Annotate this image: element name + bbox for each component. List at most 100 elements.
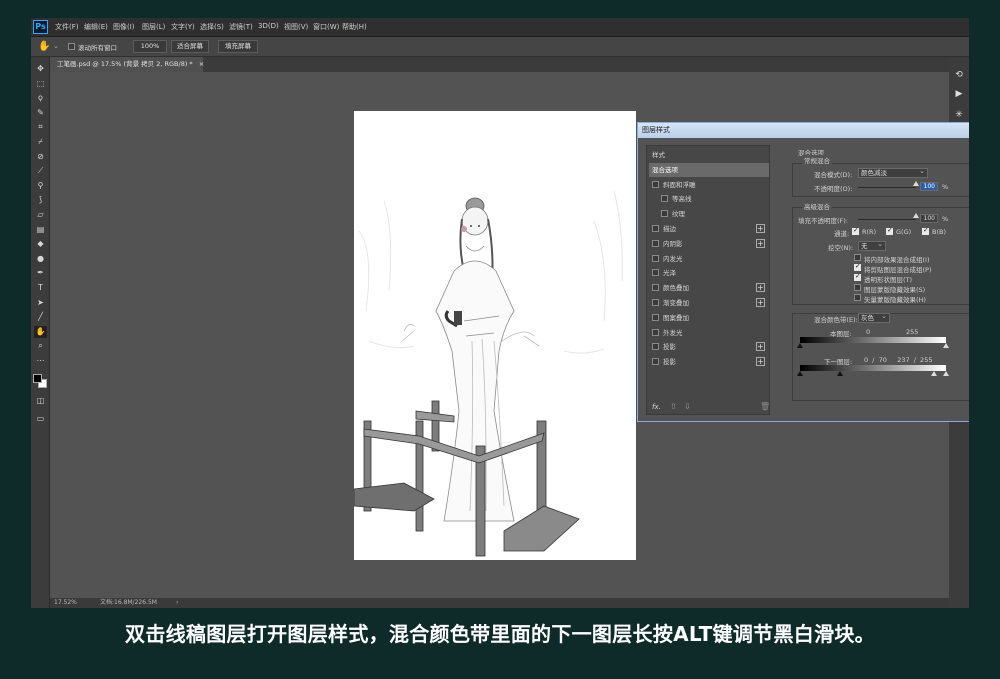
move-icon[interactable]: ✥ <box>34 63 47 75</box>
style-item[interactable]: 图案叠加 <box>649 311 769 325</box>
scroll-all-checkbox[interactable] <box>68 43 75 50</box>
channel-b-checkbox[interactable] <box>922 226 929 235</box>
play-actions-icon[interactable]: ▶ <box>952 88 966 101</box>
path-select-icon[interactable]: ➤ <box>34 297 47 309</box>
style-item[interactable]: 等高线 <box>649 192 769 206</box>
style-checkbox[interactable] <box>652 358 659 366</box>
healing-icon[interactable]: ⊘ <box>34 151 47 163</box>
style-checkbox[interactable] <box>661 210 668 218</box>
opacity-input[interactable]: 100 <box>920 182 938 191</box>
move-down-icon[interactable]: ⇩ <box>684 402 691 411</box>
more-tools-icon[interactable]: ⋯ <box>34 355 47 367</box>
add-style-plus-icon[interactable]: + <box>756 342 765 352</box>
menu-item[interactable]: 3D(D) <box>258 22 279 30</box>
hand-icon[interactable]: ✋ <box>34 325 47 338</box>
style-item[interactable]: 样式 <box>649 148 769 162</box>
crop-icon[interactable]: ⌗ <box>34 121 47 133</box>
opt1-checkbox[interactable] <box>854 254 861 261</box>
this-layer-black-handle[interactable] <box>797 343 803 348</box>
gradient-icon[interactable]: ▤ <box>34 224 47 236</box>
style-item[interactable]: 投影 + <box>649 355 769 369</box>
opt3-checkbox[interactable] <box>854 272 861 281</box>
channel-r-checkbox[interactable] <box>852 226 859 235</box>
add-style-plus-icon[interactable]: + <box>756 238 765 248</box>
add-style-plus-icon[interactable]: + <box>756 283 765 293</box>
style-checkbox[interactable] <box>652 254 659 262</box>
adjustments-panel-icon[interactable]: ✳ <box>952 109 966 122</box>
style-item[interactable]: 描边 + <box>649 222 769 236</box>
style-checkbox[interactable] <box>652 328 659 336</box>
style-checkbox[interactable] <box>661 195 668 203</box>
menu-item[interactable]: 文字(Y) <box>171 22 195 32</box>
style-item[interactable]: 渐变叠加 + <box>649 296 769 310</box>
screen-mode-icon[interactable]: ▭ <box>34 413 47 425</box>
status-menu-icon[interactable]: › <box>176 598 178 608</box>
style-checkbox[interactable] <box>652 180 659 188</box>
fill-slider-handle[interactable] <box>913 213 919 218</box>
hand-tool-icon[interactable]: ✋ <box>38 40 52 53</box>
style-checkbox[interactable] <box>652 239 659 247</box>
underlying-white-handle-left[interactable] <box>931 371 937 376</box>
opt4-checkbox[interactable] <box>854 284 861 291</box>
lasso-icon[interactable]: ϙ <box>34 92 47 104</box>
delete-effect-icon[interactable]: 🗑 <box>760 402 770 411</box>
menu-item[interactable]: 图像(I) <box>113 22 135 32</box>
opacity-slider-handle[interactable] <box>913 181 919 186</box>
menu-item[interactable]: 视图(V) <box>284 22 308 32</box>
underlying-black-handle-left[interactable] <box>797 371 803 376</box>
fx-button[interactable]: fx. <box>652 403 661 411</box>
style-item[interactable]: 内发光 <box>649 252 769 266</box>
opt5-checkbox[interactable] <box>854 294 861 301</box>
blur-icon[interactable]: ◆ <box>34 238 47 250</box>
dodge-icon[interactable]: ● <box>34 253 47 265</box>
channel-g-checkbox[interactable] <box>886 226 893 235</box>
marquee-icon[interactable]: ⬚ <box>34 78 47 90</box>
history-panel-icon[interactable]: ⟲ <box>952 69 966 82</box>
style-checkbox[interactable] <box>652 313 659 321</box>
add-style-plus-icon[interactable]: + <box>756 298 765 307</box>
pen-icon[interactable]: ✒ <box>34 267 47 279</box>
stamp-icon[interactable]: ⚲ <box>34 180 47 192</box>
foreground-color-swatch[interactable] <box>33 374 42 383</box>
opt2-checkbox[interactable] <box>854 262 861 271</box>
line-icon[interactable]: ╱ <box>34 311 47 323</box>
style-item[interactable]: 内阴影 + <box>649 237 769 251</box>
menu-item[interactable]: 编辑(E) <box>84 22 108 32</box>
quick-mask-icon[interactable]: ◫ <box>34 395 47 407</box>
style-item[interactable]: 混合选项 <box>649 162 769 177</box>
menu-item[interactable]: 帮助(H) <box>342 22 367 32</box>
history-brush-icon[interactable]: ⟆ <box>34 194 47 206</box>
eraser-icon[interactable]: ▱ <box>34 209 47 221</box>
blend-if-select[interactable]: 灰色 <box>858 312 890 323</box>
blend-mode-select[interactable]: 颜色减淡 <box>858 167 928 178</box>
move-up-icon[interactable]: ⇧ <box>670 402 677 411</box>
type-icon[interactable]: T <box>34 282 47 294</box>
brush-icon[interactable]: ⟋ <box>34 165 47 177</box>
tool-preset-chevron-icon[interactable]: ⌄ <box>53 40 59 53</box>
document-canvas[interactable] <box>354 111 636 560</box>
style-item[interactable]: 斜面和浮雕 <box>649 178 769 192</box>
close-tab-icon[interactable]: × <box>199 60 204 68</box>
fill-screen-button[interactable]: 填充屏幕 <box>218 40 258 53</box>
document-tab[interactable]: 工笔画.psd @ 17.5% (背景 拷贝 2, RGB/8) * × <box>51 57 204 72</box>
style-checkbox[interactable] <box>652 225 659 232</box>
add-style-plus-icon[interactable]: + <box>756 357 765 367</box>
style-checkbox[interactable] <box>652 269 659 277</box>
style-item[interactable]: 投影 + <box>649 340 769 354</box>
eyedropper-icon[interactable]: ⌿ <box>34 136 47 148</box>
this-layer-white-handle[interactable] <box>943 343 949 348</box>
style-item[interactable]: 颜色叠加 + <box>649 281 769 295</box>
zoom-icon[interactable]: ⌕ <box>34 340 47 352</box>
style-checkbox[interactable] <box>652 299 659 306</box>
add-style-plus-icon[interactable]: + <box>756 224 765 233</box>
menu-item[interactable]: 选择(S) <box>200 22 224 32</box>
underlying-black-handle-right[interactable] <box>837 371 843 376</box>
fit-screen-button[interactable]: 适合屏幕 <box>171 40 209 53</box>
fill-opacity-input[interactable]: 100 <box>920 214 938 223</box>
zoom-100-button[interactable]: 100% <box>133 40 167 53</box>
style-checkbox[interactable] <box>652 343 659 351</box>
menu-item[interactable]: 文件(F) <box>55 22 79 32</box>
menu-item[interactable]: 窗口(W) <box>313 22 339 32</box>
menu-item[interactable]: 滤镜(T) <box>229 22 253 32</box>
style-item[interactable]: 纹理 <box>649 207 769 221</box>
